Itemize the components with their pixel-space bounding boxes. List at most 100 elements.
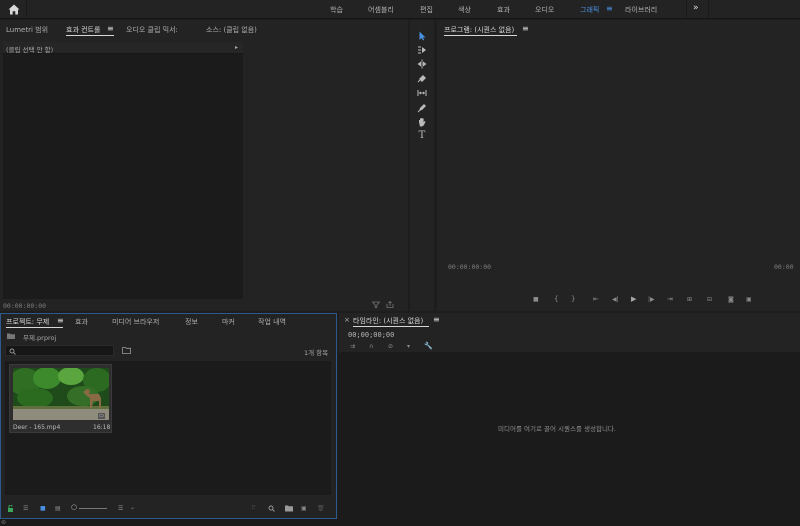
search-input[interactable] [5, 345, 114, 356]
tab-media-browser[interactable]: 미디어 브라우저 [112, 317, 159, 327]
workspace-assembly[interactable]: 어셈블리 [368, 5, 394, 15]
tab-lumetri-scopes[interactable]: Lumetri 범위 [6, 25, 48, 35]
overwrite-icon[interactable]: ⊟ [707, 296, 712, 303]
pen-tool-icon[interactable] [417, 103, 427, 113]
timeline-timecode[interactable]: 00;00;00;00 [348, 331, 394, 339]
selection-tool-icon[interactable] [417, 31, 427, 41]
tab-effect-controls[interactable]: 효과 컨트롤 [66, 25, 100, 35]
play-icon[interactable]: ▶ [631, 296, 636, 303]
linked-selection-icon[interactable]: ⊘ [388, 343, 393, 350]
tab-info[interactable]: 정보 [185, 317, 198, 327]
add-marker-icon[interactable]: ▾ [407, 343, 410, 350]
razor-tool-icon[interactable] [417, 73, 427, 83]
wrench-icon[interactable]: 🔧 [424, 343, 433, 350]
snap-icon[interactable]: ∩ [369, 343, 373, 350]
export-frame-icon[interactable]: ◙ [728, 296, 734, 303]
program-monitor-title[interactable]: 프로그램: (시퀀스 없음) [444, 25, 514, 35]
expand-arrow-icon[interactable]: ▸ [235, 44, 238, 51]
divider [708, 0, 709, 19]
item-count: 1개 항목 [304, 349, 329, 357]
add-marker-icon[interactable]: ■ [533, 296, 539, 303]
panel-menu-icon[interactable]: ≡ [57, 316, 64, 325]
clip-thumbnail[interactable] [13, 368, 109, 420]
clip-card[interactable]: ▭ Deer - 165.mp4 16:18 [9, 364, 112, 433]
clip-name[interactable]: Deer - 165.mp4 [13, 424, 60, 431]
zoom-slider-handle[interactable]: ○ [71, 504, 77, 511]
search-icon [9, 348, 16, 355]
new-bin-icon[interactable] [285, 505, 293, 512]
insert-icon[interactable]: ⊞ [687, 296, 692, 303]
step-forward-icon[interactable]: |▶ [648, 296, 655, 303]
mark-out-icon[interactable]: } [571, 296, 575, 303]
effect-controls-area: (클립 선택 안 함) ▸ [3, 42, 243, 299]
workspace-color[interactable]: 색상 [458, 5, 471, 15]
workspace-menu-icon[interactable]: ≡ [606, 4, 613, 13]
insert-sequence-icon[interactable]: ⇉ [350, 343, 355, 350]
source-panel: Lumetri 범위 효과 컨트롤 ≡ 오디오 클립 믹서: 소스: (클립 없… [0, 20, 408, 311]
ripple-edit-tool-icon[interactable] [417, 59, 427, 69]
sort-dropdown-icon[interactable]: ⌄ [130, 504, 135, 511]
home-icon[interactable] [8, 4, 20, 15]
clear-icon[interactable]: 🗑 [317, 505, 325, 512]
mark-in-icon[interactable]: { [554, 296, 558, 303]
workspace-effects[interactable]: 효과 [497, 5, 510, 15]
workspace-libraries[interactable]: 라이브러리 [625, 5, 657, 15]
export-icon[interactable] [386, 301, 394, 308]
timeline-panel: × 타임라인: (시퀀스 없음) ≡ 00;00;00;00 ⇉ ∩ ⊘ ▾ 🔧… [339, 313, 800, 519]
panel-menu-icon[interactable]: ≡ [107, 24, 114, 33]
automate-to-sequence-icon[interactable]: ⫶⫶ [252, 505, 255, 512]
program-timecode-current: 00:00:00:00 [448, 263, 492, 271]
workspace-audio[interactable]: 오디오 [535, 5, 554, 15]
tab-markers[interactable]: 마커 [222, 317, 235, 327]
tab-effects[interactable]: 효과 [75, 317, 88, 327]
list-view-icon[interactable]: ☰ [23, 505, 28, 512]
timeline-empty-message: 미디어를 여기로 끌어 시퀀스를 생성합니다. [498, 425, 616, 433]
no-clip-label: (클립 선택 안 함) [6, 46, 54, 54]
filter-icon[interactable] [372, 301, 380, 308]
new-bin-from-search-icon[interactable] [122, 347, 131, 354]
hand-tool-icon[interactable] [417, 117, 427, 127]
status-bar: ⊚ [0, 519, 800, 526]
active-tab-underline [66, 35, 114, 36]
source-timecode: 00:00:00:00 [3, 302, 47, 310]
project-file-name: 무제.prproj [23, 334, 57, 342]
tab-project[interactable]: 프로젝트: 무제 [6, 317, 49, 327]
panel-menu-icon[interactable]: ≡ [433, 315, 440, 324]
workspace-learning[interactable]: 학습 [330, 5, 343, 15]
timeline-drop-area[interactable] [339, 353, 800, 519]
divider [686, 0, 687, 19]
workspace-graphics[interactable]: 그래픽 [580, 5, 599, 15]
status-icon: ⊚ [1, 519, 7, 526]
slip-tool-icon[interactable] [417, 88, 427, 98]
icon-view-icon[interactable]: ■ [40, 505, 46, 512]
find-icon[interactable] [268, 505, 275, 512]
comparison-view-icon[interactable]: ▣ [746, 296, 752, 303]
workspace-editing[interactable]: 편집 [420, 5, 433, 15]
tab-timeline[interactable]: 타임라인: (시퀀스 없음) [353, 316, 423, 326]
project-panel: 프로젝트: 무제 ≡ 효과 미디어 브라우저 정보 마커 작업 내역 무제.pr… [0, 313, 337, 519]
zoom-slider-track[interactable] [79, 508, 107, 509]
lock-icon[interactable] [7, 505, 14, 512]
more-workspaces-icon[interactable]: » [693, 3, 699, 13]
folder-icon [7, 333, 15, 339]
video-badge-icon: ▭ [98, 413, 105, 419]
type-tool-icon[interactable]: T [417, 131, 427, 141]
new-item-icon[interactable]: ▣ [301, 505, 307, 512]
active-tab-underline [444, 35, 517, 36]
step-back-icon[interactable]: ◀| [612, 296, 619, 303]
divider [26, 0, 27, 19]
workspace-bar: 학습 어셈블리 편집 색상 효과 오디오 그래픽 ≡ 라이브러리 » [0, 0, 800, 19]
tab-audio-clip-mixer[interactable]: 오디오 클립 믹서: [126, 25, 178, 35]
sort-icon[interactable]: ☰ [118, 505, 123, 512]
tab-history[interactable]: 작업 내역 [258, 317, 286, 327]
clip-duration: 16:18 [93, 424, 111, 431]
program-monitor: 프로그램: (시퀀스 없음) ≡ 00:00:00:00 00:00 ■ { }… [437, 20, 800, 311]
panel-menu-icon[interactable]: ≡ [522, 24, 529, 33]
go-to-out-icon[interactable]: ⇥ [667, 296, 673, 303]
project-bin-area: ▭ Deer - 165.mp4 16:18 [5, 361, 331, 495]
go-to-in-icon[interactable]: ⇤ [593, 296, 599, 303]
track-select-tool-icon[interactable] [417, 45, 427, 55]
freeform-view-icon[interactable]: ▤ [55, 505, 61, 512]
close-tab-icon[interactable]: × [344, 316, 350, 324]
tab-source[interactable]: 소스: (클립 없음) [206, 25, 257, 35]
